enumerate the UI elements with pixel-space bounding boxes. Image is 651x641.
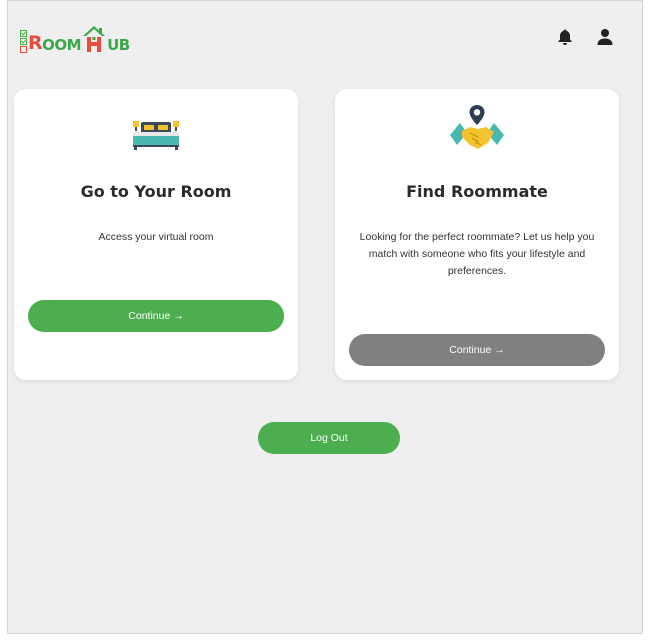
continue-roommate-button[interactable]: Continue →: [349, 334, 605, 366]
card-title: Find Roommate: [406, 182, 548, 201]
continue-room-button[interactable]: Continue →: [28, 300, 284, 332]
card-description: Access your virtual room: [98, 231, 214, 243]
logout-button[interactable]: Log Out: [258, 422, 400, 454]
card-title: Go to Your Room: [80, 182, 232, 201]
bed-icon: [133, 121, 179, 150]
card-description: Looking for the perfect roommate? Let us…: [359, 231, 595, 277]
user-icon[interactable]: [596, 28, 614, 46]
header: R OOM UB: [8, 1, 642, 71]
handshake-location-icon: [450, 105, 504, 149]
logo-text: R OOM UB: [28, 25, 130, 53]
bell-icon[interactable]: [556, 28, 574, 46]
checklist-icon: [20, 30, 27, 53]
app-frame: R OOM UB Go to Your Room Access your vir…: [7, 0, 643, 634]
roommate-card: Find Roommate Looking for the perfect ro…: [335, 89, 619, 380]
room-card: Go to Your Room Access your virtual room…: [14, 89, 298, 380]
house-icon: [83, 26, 106, 52]
roomhub-logo[interactable]: R OOM UB: [20, 21, 130, 53]
